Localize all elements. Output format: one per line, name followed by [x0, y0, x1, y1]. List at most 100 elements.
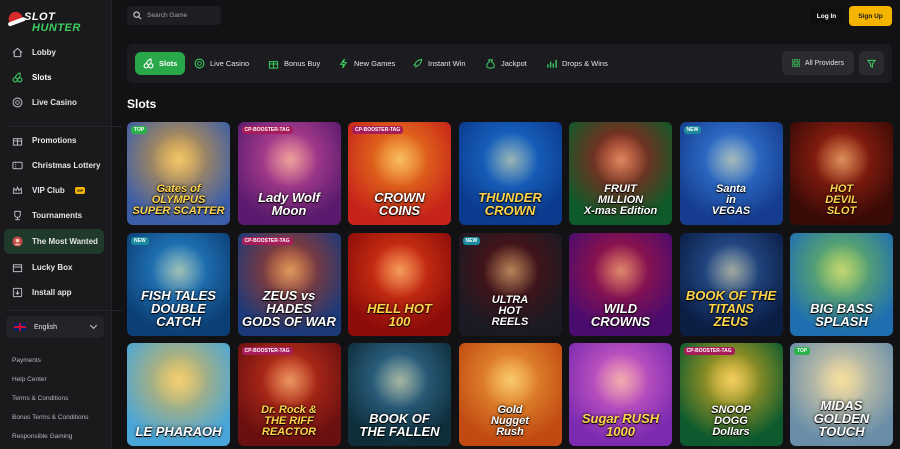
login-button[interactable]: Log In — [810, 7, 843, 25]
game-art — [372, 132, 428, 188]
language-selector[interactable]: English — [6, 316, 104, 338]
sidebar-item-install-app[interactable]: Install app — [0, 280, 112, 305]
sidebar-item-most-wanted[interactable]: The Most Wanted — [4, 229, 104, 254]
game-tile[interactable]: WILD CROWNS — [569, 232, 672, 336]
game-tile[interactable]: TOP MIDAS GOLDEN TOUCH — [790, 343, 893, 446]
sidebar-item-christmas-lottery[interactable]: Christmas Lottery — [0, 153, 112, 178]
signup-button[interactable]: Sign Up — [849, 6, 892, 26]
chip-icon — [10, 96, 24, 110]
sidebar-item-lucky-box[interactable]: Lucky Box — [0, 255, 112, 280]
game-art — [593, 132, 649, 188]
game-tile[interactable]: BIG BASS SPLASH — [790, 232, 893, 336]
tab-jackpot[interactable]: Jackpot — [477, 52, 535, 75]
filter-icon — [867, 59, 876, 68]
uk-flag-icon — [14, 323, 26, 331]
chart-icon — [546, 58, 557, 69]
tab-bonus-buy[interactable]: Bonus Buy — [260, 52, 328, 75]
ticket-icon — [10, 159, 24, 173]
game-title: HELL HOT 100 — [367, 300, 432, 329]
tab-new-games[interactable]: New Games — [330, 52, 403, 75]
game-tile[interactable]: CP-BOOSTER-TAG SNOOP DOGG Dollars — [679, 343, 783, 446]
sidebar-item-label: Christmas Lottery — [32, 161, 101, 170]
game-tile[interactable]: THUNDER CROWN — [458, 122, 562, 225]
tab-instant-win[interactable]: Instant Win — [404, 52, 474, 75]
sidebar-item-slots[interactable]: Slots — [0, 65, 112, 90]
lightning-icon — [338, 58, 349, 69]
sidebar-item-promotions[interactable]: Promotions — [0, 128, 112, 153]
game-tile[interactable]: CP-BOOSTER-TAG CROWN COINS — [348, 122, 451, 225]
sidebar-item-vip-club[interactable]: VIP Club VIP — [0, 178, 112, 203]
sidebar-item-label: Lucky Box — [32, 263, 73, 272]
footer-link-bonus-terms[interactable]: Bonus Terms & Conditions — [12, 408, 88, 427]
tab-label: Bonus Buy — [284, 59, 321, 68]
game-title: BIG BASS SPLASH — [810, 300, 873, 329]
tab-drops-wins[interactable]: Drops & Wins — [538, 52, 616, 75]
game-title: Lady Wolf Moon — [258, 190, 320, 218]
grid-icon — [791, 59, 800, 67]
game-tile[interactable]: Sugar RUSH 1000 — [569, 343, 672, 446]
search-placeholder: Search Game — [147, 12, 188, 19]
game-tile[interactable]: TOP Gates of OLYMPUS SUPER SCATTER — [127, 122, 230, 225]
footer-link-terms[interactable]: Terms & Conditions — [12, 389, 88, 408]
brand-logo[interactable]: SLOT HUNTER — [6, 8, 80, 34]
avatar-icon — [10, 235, 24, 249]
game-tile[interactable]: LE PHARAOH — [127, 343, 230, 446]
sidebar-secondary-nav: Promotions Christmas Lottery VIP Club VI… — [0, 128, 112, 305]
game-tile[interactable]: HOT DEVIL SLOT — [790, 122, 893, 225]
game-title: BOOK OF THE TITANS ZEUS — [685, 287, 777, 329]
game-tag-badge: TOP — [131, 126, 148, 134]
game-tile[interactable]: NEW Santa in VEGAS — [679, 122, 783, 225]
game-title: THUNDER CROWN — [478, 190, 542, 218]
game-art — [372, 242, 428, 299]
sidebar-item-live-casino[interactable]: Live Casino — [0, 90, 112, 115]
game-title: WILD CROWNS — [590, 300, 651, 329]
game-tag-badge: NEW — [131, 236, 149, 245]
moneybag-icon — [485, 58, 496, 69]
game-tile[interactable]: BOOK OF THE FALLEN — [348, 343, 451, 446]
game-art — [814, 132, 870, 188]
game-title: Gates of OLYMPUS SUPER SCATTER — [132, 183, 225, 217]
game-tile[interactable]: NEW FISH TALES DOUBLE CATCH — [127, 232, 230, 336]
game-tile[interactable]: CP-BOOSTER-TAG ZEUS vs HADES GODS OF WAR — [237, 232, 341, 336]
game-title: SNOOP DOGG Dollars — [711, 404, 751, 438]
sidebar: SLOT HUNTER Lobby Slots Live Casino Prom… — [0, 0, 122, 449]
game-title: ZEUS vs HADES GODS OF WAR — [242, 287, 336, 329]
game-tile[interactable]: CP-BOOSTER-TAG Dr. Rock & THE RIFF REACTO… — [237, 343, 341, 446]
game-art — [593, 353, 649, 409]
footer-link-help-center[interactable]: Help Center — [12, 370, 88, 389]
game-tile[interactable]: Gold Nugget Rush — [458, 343, 562, 446]
game-art — [482, 242, 539, 299]
game-tile[interactable]: BOOK OF THE TITANS ZEUS — [679, 232, 783, 336]
game-title: Santa in VEGAS — [711, 183, 751, 217]
all-providers-button[interactable]: All Providers — [782, 51, 854, 75]
footer-link-payments[interactable]: Payments — [12, 351, 88, 370]
sidebar-item-lobby[interactable]: Lobby — [0, 40, 112, 65]
search-input[interactable]: Search Game — [127, 6, 221, 25]
filter-button[interactable] — [859, 51, 884, 75]
providers-label: All Providers — [804, 59, 845, 67]
game-art — [151, 132, 207, 188]
game-title: LE PHARAOH — [135, 424, 222, 439]
sidebar-item-label: VIP Club — [32, 186, 65, 195]
footer-link-responsible-gaming[interactable]: Responsible Gaming — [12, 427, 88, 446]
game-tile[interactable]: HELL HOT 100 — [348, 232, 451, 336]
game-tile[interactable]: NEW ULTRA HOT REELS — [458, 232, 562, 336]
rocket-icon — [412, 58, 423, 69]
game-art — [703, 353, 760, 409]
game-tile[interactable]: FRUIT MILLION X-mas Edition — [569, 122, 672, 225]
game-tag-badge: NEW — [462, 236, 481, 245]
section-title: Slots — [127, 97, 157, 111]
tab-slots[interactable]: Slots — [135, 52, 186, 75]
game-title: HOT DEVIL SLOT — [825, 183, 858, 217]
search-icon — [133, 11, 142, 20]
game-tile[interactable]: CP-BOOSTER-TAG Lady Wolf Moon — [237, 122, 341, 225]
sidebar-item-label: The Most Wanted — [32, 237, 98, 246]
tab-label: Drops & Wins — [562, 59, 608, 68]
tab-live-casino[interactable]: Live Casino — [186, 52, 257, 75]
game-art — [261, 353, 318, 409]
crown-icon — [10, 184, 24, 198]
sidebar-item-tournaments[interactable]: Tournaments — [0, 203, 112, 228]
game-art — [482, 353, 539, 409]
game-art — [372, 353, 428, 409]
game-tag-badge: NEW — [683, 126, 702, 134]
